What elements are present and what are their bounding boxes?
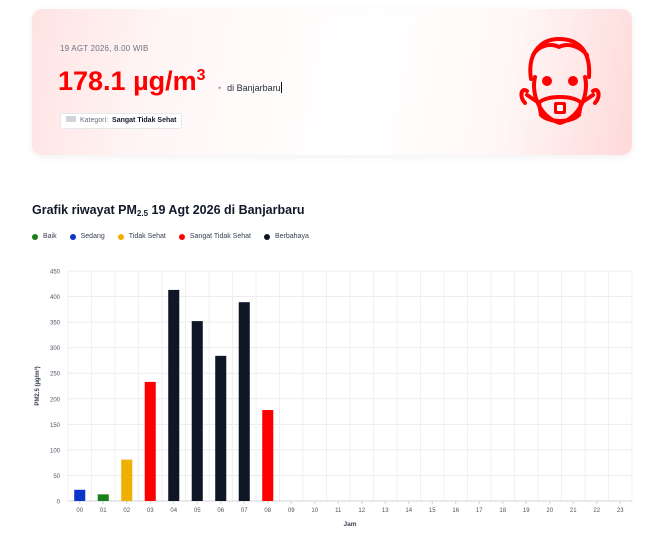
y-tick-label: 0	[57, 500, 61, 506]
x-tick-label: 07	[241, 508, 248, 514]
y-tick-label: 250	[50, 372, 61, 378]
pm25-bar-chart: 0 50 100 150 200 250 300 350 400 450 00 01 02 03 04 05 0…	[34, 270, 633, 528]
bar-hour-04	[168, 289, 180, 501]
bar-hour-07	[238, 302, 250, 501]
x-tick-label: 23	[617, 508, 624, 514]
x-tick-label: 19	[523, 508, 530, 514]
x-tick-label: 02	[123, 508, 130, 514]
y-tick-label: 350	[50, 321, 61, 327]
x-tick-label: 03	[147, 508, 154, 514]
x-tick-label: 05	[194, 508, 201, 514]
x-axis-label: Jam	[343, 521, 356, 528]
y-tick-label: 450	[50, 270, 61, 276]
bar-hour-01	[97, 494, 109, 501]
x-tick-label: 08	[264, 508, 271, 514]
y-tick-label: 100	[50, 448, 61, 454]
bar-hour-06	[215, 355, 227, 501]
x-tick-label: 00	[76, 508, 83, 514]
bar-hour-02	[121, 459, 133, 501]
x-tick-label: 15	[429, 508, 436, 514]
x-tick-label: 06	[217, 508, 224, 514]
x-tick-label: 14	[405, 508, 412, 514]
x-tick-label: 11	[335, 508, 342, 514]
x-tick-label: 01	[100, 508, 107, 514]
x-tick-label: 13	[382, 508, 389, 514]
y-tick-label: 400	[50, 295, 61, 301]
y-axis-label: PM2.5 (µg/m³)	[34, 366, 41, 405]
bar-hour-05	[191, 321, 203, 501]
y-tick-label: 150	[50, 423, 61, 429]
x-tick-label: 09	[288, 508, 295, 514]
bar-hour-00	[74, 489, 86, 501]
x-tick-label: 17	[476, 508, 483, 514]
y-tick-label: 300	[50, 346, 61, 352]
x-tick-label: 04	[170, 508, 177, 514]
bar-hour-03	[144, 381, 156, 501]
y-tick-label: 50	[53, 474, 60, 480]
y-tick-label: 200	[50, 397, 61, 403]
bar-hour-08	[262, 410, 274, 501]
x-tick-label: 18	[499, 508, 506, 514]
x-tick-label: 16	[452, 508, 459, 514]
x-tick-label: 10	[311, 508, 318, 514]
x-tick-label: 21	[570, 508, 577, 514]
x-tick-label: 20	[546, 508, 553, 514]
x-tick-label: 22	[593, 508, 600, 514]
x-tick-label: 12	[358, 508, 365, 514]
